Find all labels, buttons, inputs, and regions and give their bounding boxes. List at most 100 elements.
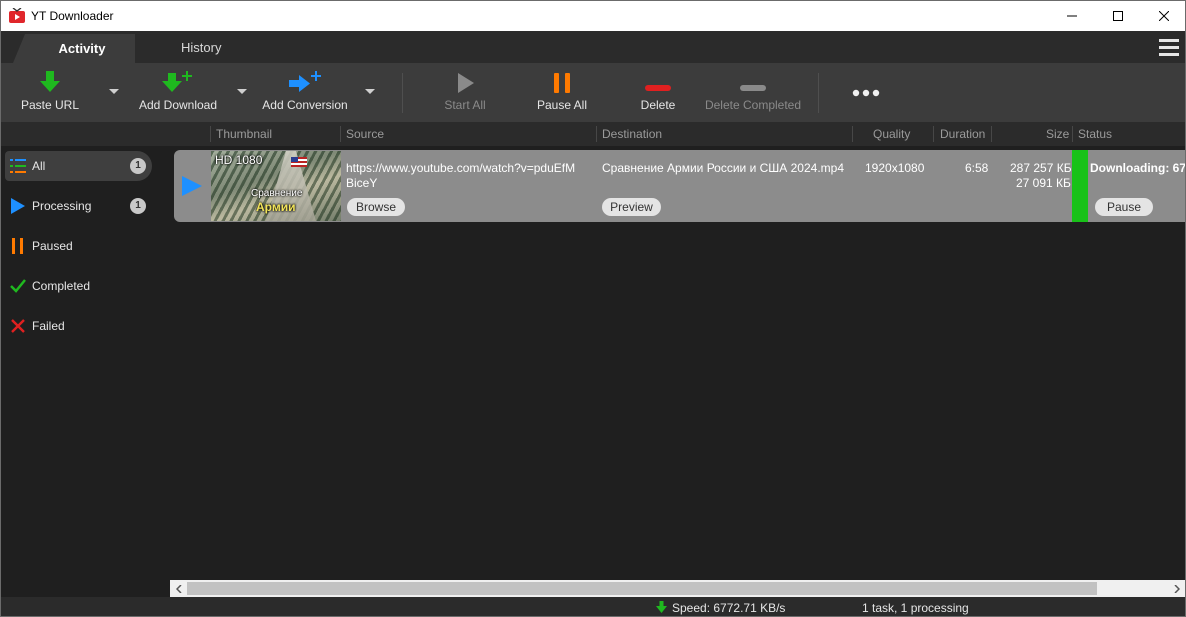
pause-icon (554, 73, 570, 93)
col-thumbnail[interactable]: Thumbnail (216, 127, 272, 141)
sidebar-item-processing[interactable]: Processing 1 (5, 191, 152, 221)
toolbar-divider (818, 73, 819, 113)
minimize-button[interactable] (1049, 1, 1095, 31)
play-icon (9, 197, 27, 215)
check-icon (9, 277, 27, 295)
delete-completed-label: Delete Completed (704, 98, 802, 112)
sidebar-item-paused[interactable]: Paused (5, 231, 152, 261)
task-summary: 1 task, 1 processing (862, 601, 969, 615)
quality-value: 1920x1080 (865, 161, 925, 175)
app-logo-icon (9, 8, 25, 23)
sidebar-item-label: Failed (32, 319, 65, 333)
status-text: Downloading: 6772.71 KB/s (1090, 161, 1185, 175)
toolbar-divider (402, 73, 403, 113)
column-divider (596, 126, 597, 142)
sidebar-item-completed[interactable]: Completed (5, 271, 152, 301)
status-cell: Downloading: 6772.71 KB/s Pause (1090, 150, 1185, 222)
progress-bar (1072, 150, 1088, 222)
flag-icon (291, 157, 307, 167)
horizontal-scrollbar[interactable] (170, 580, 1185, 597)
scroll-right-icon[interactable] (1168, 580, 1185, 597)
sidebar-item-label: All (32, 159, 46, 173)
add-conversion-dropdown-icon[interactable] (365, 89, 375, 94)
start-all-label: Start All (444, 98, 486, 112)
add-download-dropdown-icon[interactable] (237, 89, 247, 94)
sidebar-item-failed[interactable]: Failed (5, 311, 152, 341)
toolbar: Paste URL Add Download Add Conversion St… (1, 63, 1185, 122)
scrollbar-thumb[interactable] (187, 582, 1097, 595)
col-quality[interactable]: Quality (873, 127, 910, 141)
paste-url-label: Paste URL (20, 98, 80, 112)
paste-url-button[interactable]: Paste URL (19, 63, 81, 122)
col-status[interactable]: Status (1078, 127, 1112, 141)
delete-completed-button[interactable]: Delete Completed (703, 63, 803, 122)
size-downloaded: 27 091 КБ (1016, 176, 1071, 190)
tab-strip: Activity History (1, 31, 1185, 63)
column-headers: Thumbnail Source Destination Quality Dur… (1, 122, 1185, 146)
task-row[interactable]: HD 1080 Сравнение Армии https://www.yout… (174, 150, 1185, 222)
add-conversion-label: Add Conversion (262, 98, 348, 112)
delete-label: Delete (640, 98, 676, 112)
more-dots-icon (852, 89, 880, 96)
tab-history[interactable]: History (181, 40, 221, 55)
close-button[interactable] (1141, 1, 1185, 31)
paste-url-dropdown-icon[interactable] (109, 89, 119, 94)
start-all-button[interactable]: Start All (439, 63, 491, 122)
source-url: https://www.youtube.com/watch?v=pduEfM (346, 161, 576, 175)
sidebar-item-all[interactable]: All 1 (5, 151, 152, 181)
column-divider (852, 126, 853, 142)
app-window: YT Downloader Activity History Paste URL… (0, 0, 1186, 617)
delete-completed-minus-icon (740, 85, 766, 91)
x-icon (9, 317, 27, 335)
video-thumbnail[interactable]: HD 1080 Сравнение Армии (211, 151, 341, 221)
status-bar: Speed: 6772.71 KB/s 1 task, 1 processing (1, 597, 1185, 616)
speed-text: Speed: 6772.71 KB/s (672, 601, 786, 615)
pause-icon (9, 237, 27, 255)
col-source[interactable]: Source (346, 127, 384, 141)
count-badge: 1 (130, 158, 146, 174)
pause-all-button[interactable]: Pause All (535, 63, 589, 122)
scroll-left-icon[interactable] (170, 580, 187, 597)
browse-button[interactable]: Browse (347, 198, 405, 216)
add-download-button[interactable]: Add Download (135, 63, 221, 122)
preview-button[interactable]: Preview (602, 198, 661, 216)
minimize-icon (1067, 15, 1077, 17)
col-size[interactable]: Size (1046, 127, 1069, 141)
pause-button[interactable]: Pause (1095, 198, 1153, 216)
column-divider (340, 126, 341, 142)
column-divider (991, 126, 992, 142)
sidebar-item-label: Completed (32, 279, 91, 293)
add-conversion-icon (289, 71, 321, 92)
duration-value: 6:58 (965, 161, 989, 175)
menu-icon[interactable] (1159, 39, 1179, 56)
col-duration[interactable]: Duration (940, 127, 985, 141)
delete-button[interactable]: Delete (637, 63, 679, 122)
window-title: YT Downloader (31, 9, 114, 23)
column-divider (1072, 126, 1073, 142)
title-bar: YT Downloader (1, 1, 1185, 31)
sidebar: All 1 Processing 1 Paused Completed Fail… (1, 146, 169, 596)
speed-arrow-icon (656, 601, 667, 613)
sidebar-item-label: Paused (32, 239, 73, 253)
processing-play-icon (182, 176, 202, 196)
thumbnail-caption: Армии (256, 200, 296, 214)
tab-activity[interactable]: Activity (13, 34, 135, 63)
start-icon (458, 73, 474, 93)
download-arrow-icon (40, 71, 60, 92)
close-icon (1159, 11, 1169, 21)
list-icon (9, 157, 27, 175)
delete-minus-icon (645, 85, 671, 91)
add-download-icon (162, 71, 192, 92)
sidebar-item-label: Processing (32, 199, 92, 213)
add-conversion-button[interactable]: Add Conversion (259, 63, 351, 122)
hd-badge: HD 1080 (215, 153, 263, 167)
maximize-icon (1113, 11, 1123, 21)
count-badge: 1 (130, 198, 146, 214)
pause-all-label: Pause All (536, 98, 588, 112)
column-divider (933, 126, 934, 142)
more-options-button[interactable] (847, 63, 885, 122)
size-total: 287 257 КБ (1010, 161, 1072, 175)
col-destination[interactable]: Destination (602, 127, 662, 141)
maximize-button[interactable] (1095, 1, 1141, 31)
column-divider (210, 126, 211, 142)
